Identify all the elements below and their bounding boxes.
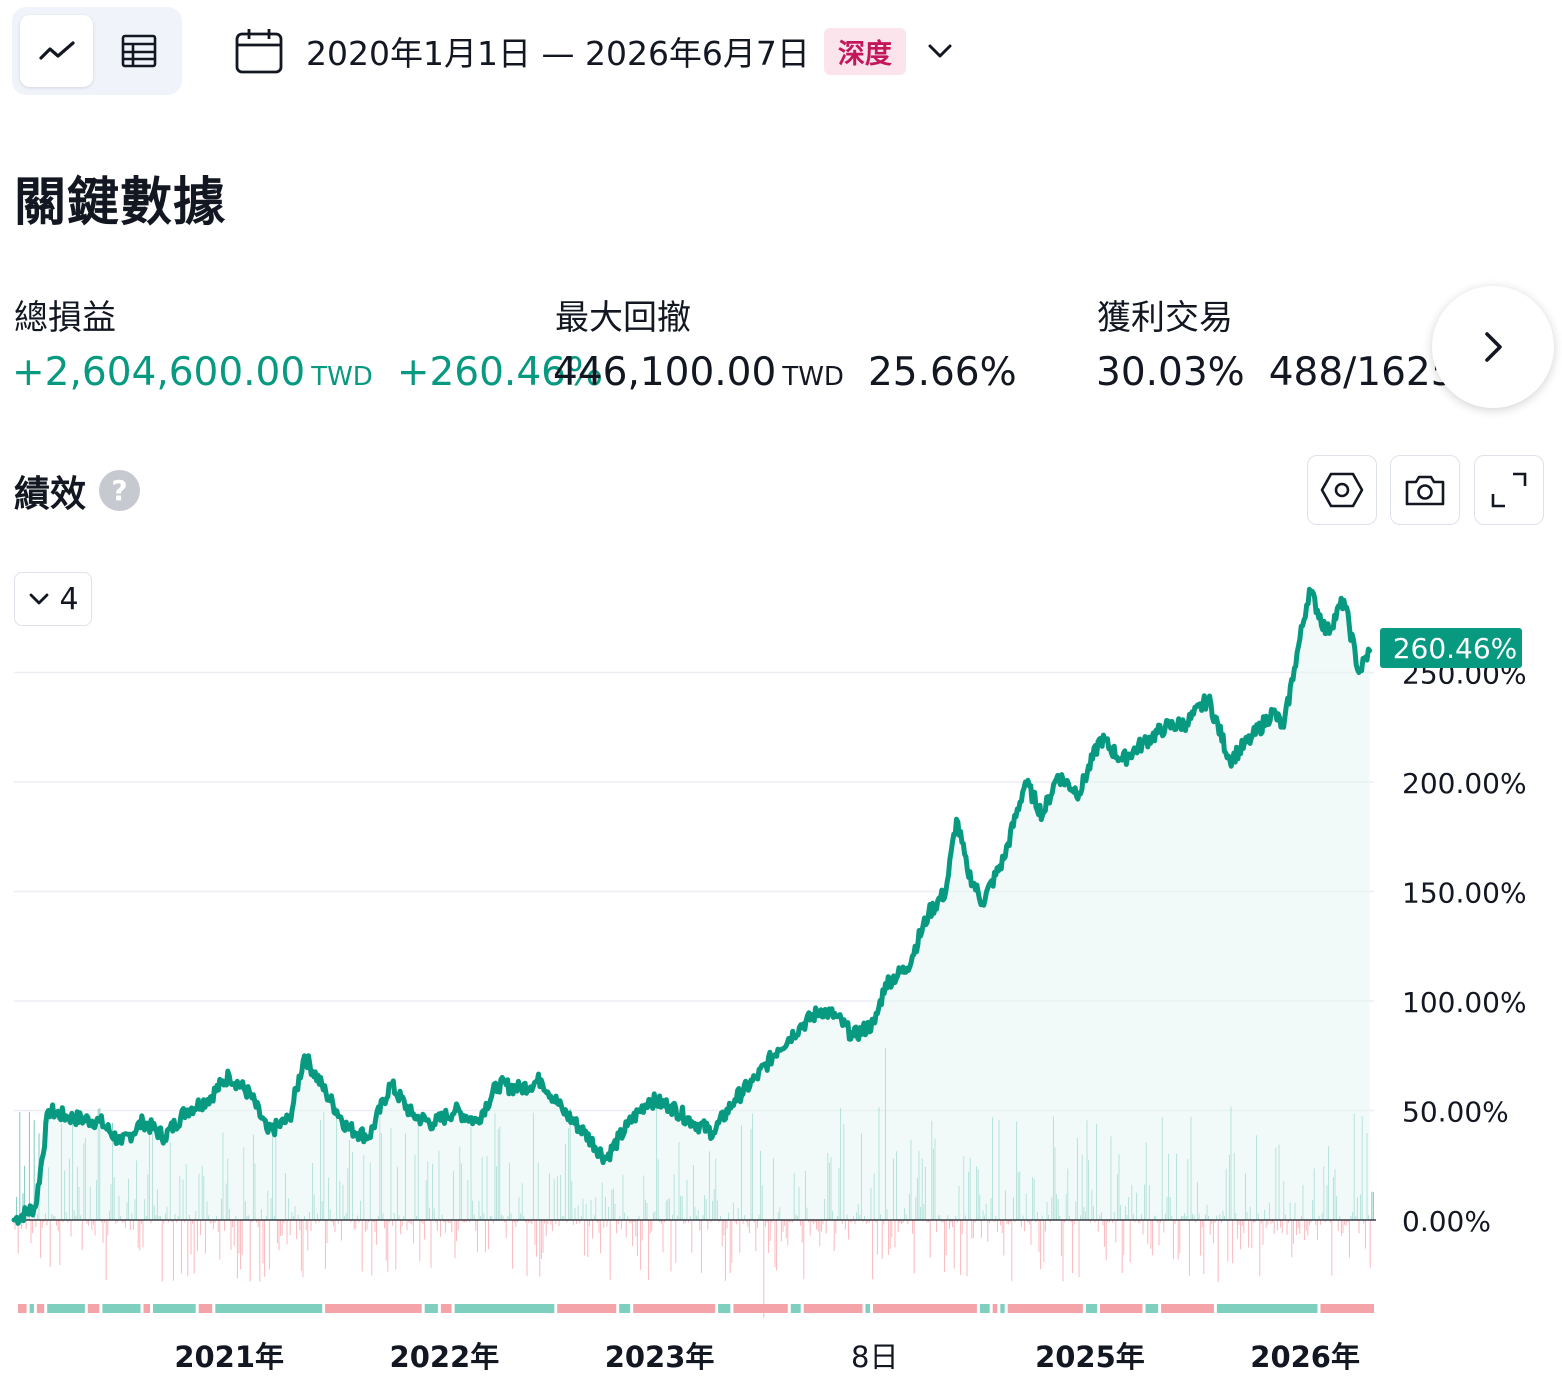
y-tick-label: 50.00% [1402, 1096, 1509, 1129]
y-axis-labels: 0.00%50.00%100.00%150.00%200.00%250.00% [1402, 658, 1527, 1239]
profitable-trades-percent: 30.03% [1096, 350, 1245, 395]
period-segment [325, 1304, 422, 1313]
period-segment [102, 1304, 141, 1313]
net-profit-amount: +2,604,600.00 [12, 350, 306, 395]
period-segment [633, 1304, 716, 1313]
max-drawdown-label: 最大回撤 [555, 298, 691, 338]
max-drawdown-value: 446,100.00 TWD 25.66% [553, 350, 1017, 395]
current-value-tag: 260.46% [1380, 628, 1522, 668]
net-profit-value: +2,604,600.00 TWD +260.46% [12, 350, 603, 395]
x-axis-labels: 2021年 2022年 2023年 8日 2025年 2026年 [174, 1340, 1360, 1374]
date-range-text: 2020年1月1日 — 2026年6月7日 [306, 34, 810, 73]
date-range-selector[interactable]: 2020年1月1日 — 2026年6月7日 深度 [234, 25, 956, 77]
mode-badge: 深度 [823, 27, 906, 75]
profitable-trades-label: 獲利交易 [1097, 298, 1233, 338]
x-tick-label: 2023年 [605, 1340, 715, 1374]
period-segment [198, 1304, 213, 1313]
period-segment [424, 1304, 438, 1313]
period-segment [1085, 1304, 1098, 1313]
current-value-label: 260.46% [1393, 632, 1518, 665]
help-icon[interactable]: ? [99, 470, 140, 511]
period-segment [803, 1304, 863, 1313]
profitable-trades-value: 30.03% 488/1625 [1096, 350, 1456, 395]
period-segment [87, 1304, 100, 1313]
x-tick-label: 2022年 [390, 1340, 500, 1374]
period-segment [143, 1304, 150, 1313]
x-tick-label: 2026年 [1250, 1340, 1360, 1374]
x-tick-label: 2021年 [174, 1340, 284, 1374]
period-segment [454, 1304, 555, 1313]
fullscreen-icon [1491, 472, 1527, 508]
max-drawdown-unit: TWD [782, 362, 844, 392]
y-tick-label: 200.00% [1402, 767, 1527, 800]
chevron-right-icon [1485, 332, 1502, 362]
period-segment [733, 1304, 788, 1313]
period-segment [1145, 1304, 1159, 1313]
period-segment [1216, 1304, 1318, 1313]
net-profit-unit: TWD [311, 362, 373, 392]
period-strip [18, 1304, 1374, 1313]
line-chart-icon [38, 41, 75, 60]
chevron-down-icon[interactable] [924, 35, 956, 67]
calendar-icon [235, 29, 283, 74]
period-segment [557, 1304, 617, 1313]
period-segment [790, 1304, 801, 1313]
screenshot-button[interactable] [1390, 455, 1460, 525]
camera-icon [1405, 475, 1445, 506]
chart-settings-button[interactable] [1307, 455, 1377, 525]
period-segment [153, 1304, 196, 1313]
line-chart-view-button[interactable] [20, 15, 93, 87]
period-segment [865, 1304, 870, 1313]
period-segment [1320, 1304, 1374, 1313]
max-drawdown-amount: 446,100.00 [553, 350, 777, 395]
period-segment [36, 1304, 45, 1313]
period-segment [1100, 1304, 1143, 1313]
period-segment [47, 1304, 85, 1313]
y-tick-label: 100.00% [1402, 986, 1527, 1019]
period-segment [29, 1304, 34, 1313]
period-segment [873, 1304, 977, 1313]
x-tick-label: 8日 [851, 1340, 898, 1374]
period-segment [1161, 1304, 1214, 1313]
fullscreen-button[interactable] [1474, 455, 1544, 525]
net-profit-label: 總損益 [14, 298, 116, 338]
table-view-button[interactable] [102, 15, 175, 87]
hexagon-settings-icon [1320, 472, 1364, 508]
period-segment [718, 1304, 731, 1313]
period-segment [215, 1304, 323, 1313]
y-tick-label: 150.00% [1402, 877, 1527, 910]
y-tick-label: 0.00% [1402, 1205, 1491, 1238]
section-title: 關鍵數據 [14, 173, 227, 233]
period-segment [979, 1304, 990, 1313]
period-segment [440, 1304, 452, 1313]
performance-title: 績效 [14, 474, 87, 515]
period-segment [992, 1304, 998, 1313]
profitable-trades-ratio: 488/1625 [1268, 350, 1456, 395]
period-segment [1000, 1304, 1005, 1313]
performance-chart[interactable]: 0.00%50.00%100.00%150.00%200.00%250.00% … [0, 560, 1562, 1378]
max-drawdown-percent: 25.66% [867, 350, 1017, 395]
next-stats-button[interactable] [1432, 286, 1554, 408]
period-segment [619, 1304, 631, 1313]
view-toggle [12, 7, 182, 95]
period-segment [1007, 1304, 1083, 1313]
period-segment [18, 1304, 27, 1313]
x-tick-label: 2025年 [1035, 1340, 1145, 1374]
table-icon [121, 34, 156, 68]
